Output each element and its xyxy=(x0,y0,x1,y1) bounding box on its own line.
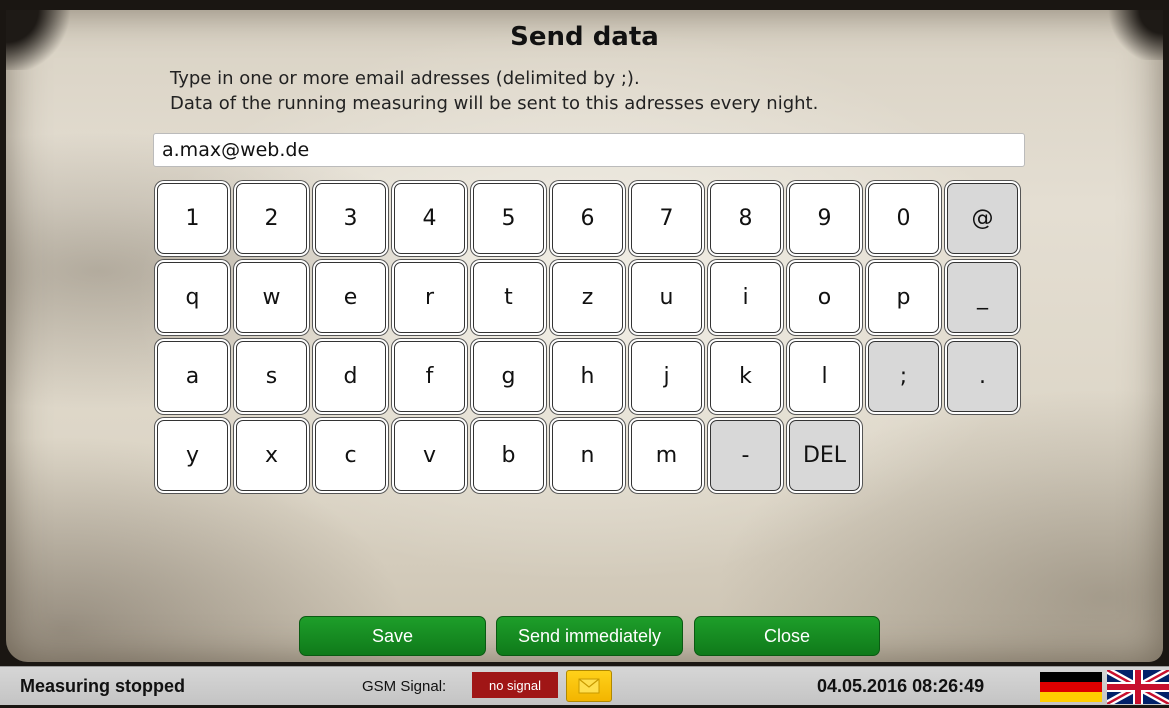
key-9[interactable]: 9 xyxy=(789,183,860,254)
key-4[interactable]: 4 xyxy=(394,183,465,254)
key-2[interactable]: 2 xyxy=(236,183,307,254)
key-x[interactable]: x xyxy=(236,420,307,491)
key-k[interactable]: k xyxy=(710,341,781,412)
key-p[interactable]: p xyxy=(868,262,939,333)
key-semicolon[interactable]: ; xyxy=(868,341,939,412)
close-button[interactable]: Close xyxy=(694,616,880,656)
key-o[interactable]: o xyxy=(789,262,860,333)
key-z[interactable]: z xyxy=(552,262,623,333)
date-time: 04.05.2016 08:26:49 xyxy=(817,676,985,696)
key-0[interactable]: 0 xyxy=(868,183,939,254)
key-h[interactable]: h xyxy=(552,341,623,412)
key-i[interactable]: i xyxy=(710,262,781,333)
key-n[interactable]: n xyxy=(552,420,623,491)
key-8[interactable]: 8 xyxy=(710,183,781,254)
key-l[interactable]: l xyxy=(789,341,860,412)
key-b[interactable]: b xyxy=(473,420,544,491)
key-5[interactable]: 5 xyxy=(473,183,544,254)
key-a[interactable]: a xyxy=(157,341,228,412)
key-f[interactable]: f xyxy=(394,341,465,412)
key-1[interactable]: 1 xyxy=(157,183,228,254)
gsm-signal-label: GSM Signal: xyxy=(362,678,447,695)
key-underscore[interactable]: _ xyxy=(947,262,1018,333)
dialog-description: Type in one or more email adresses (deli… xyxy=(170,66,818,116)
description-line-1: Type in one or more email adresses (deli… xyxy=(170,68,640,89)
key-7[interactable]: 7 xyxy=(631,183,702,254)
key-at[interactable]: @ xyxy=(947,183,1018,254)
german-flag-icon[interactable] xyxy=(1040,672,1102,702)
key-e[interactable]: e xyxy=(315,262,386,333)
key-d[interactable]: d xyxy=(315,341,386,412)
key-delete[interactable]: DEL xyxy=(789,420,860,491)
key-y[interactable]: y xyxy=(157,420,228,491)
key-q[interactable]: q xyxy=(157,262,228,333)
key-3[interactable]: 3 xyxy=(315,183,386,254)
key-w[interactable]: w xyxy=(236,262,307,333)
key-t[interactable]: t xyxy=(473,262,544,333)
mail-button[interactable] xyxy=(566,670,612,702)
uk-flag-icon[interactable] xyxy=(1105,666,1169,708)
save-button[interactable]: Save xyxy=(299,616,486,656)
gsm-signal-badge: no signal xyxy=(472,672,558,698)
key-v[interactable]: v xyxy=(394,420,465,491)
description-line-2: Data of the running measuring will be se… xyxy=(170,93,819,114)
status-bar: Measuring stopped GSM Signal: no signal … xyxy=(0,666,1169,708)
envelope-icon xyxy=(578,678,600,694)
key-j[interactable]: j xyxy=(631,341,702,412)
key-s[interactable]: s xyxy=(236,341,307,412)
email-input[interactable] xyxy=(153,133,1025,167)
key-c[interactable]: c xyxy=(315,420,386,491)
key-6[interactable]: 6 xyxy=(552,183,623,254)
key-hyphen[interactable]: - xyxy=(710,420,781,491)
dialog-title: Send data xyxy=(510,22,659,52)
key-m[interactable]: m xyxy=(631,420,702,491)
send-immediately-button[interactable]: Send immediately xyxy=(496,616,683,656)
measuring-status: Measuring stopped xyxy=(20,676,186,696)
key-period[interactable]: . xyxy=(947,341,1018,412)
key-g[interactable]: g xyxy=(473,341,544,412)
key-u[interactable]: u xyxy=(631,262,702,333)
key-r[interactable]: r xyxy=(394,262,465,333)
